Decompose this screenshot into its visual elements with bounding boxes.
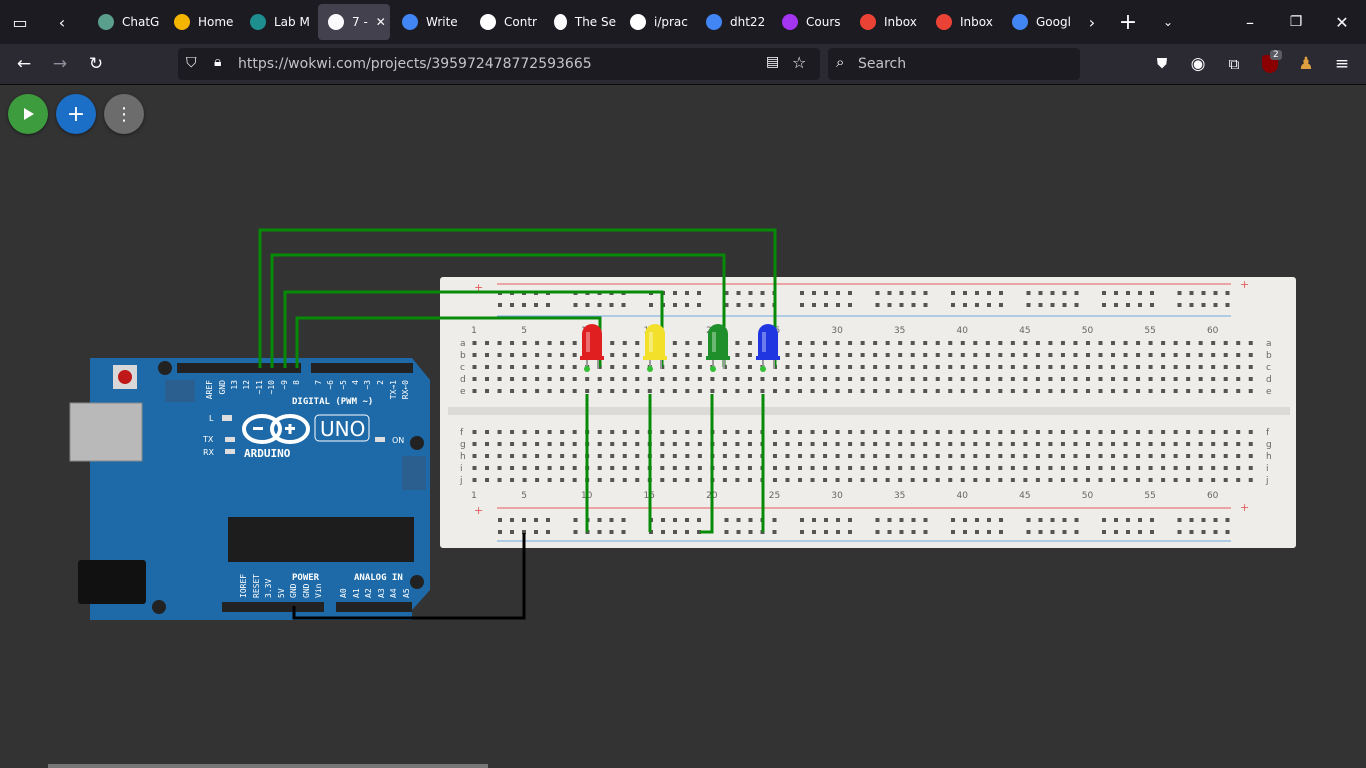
classroom-icon <box>250 14 266 30</box>
forward-icon[interactable]: → <box>46 50 74 78</box>
reader-view-icon[interactable]: ▤ <box>766 54 779 70</box>
tab-title: The Se <box>574 15 616 29</box>
tab-3[interactable]: 7 - ✕ <box>318 4 390 40</box>
tab-title: Cours <box>806 15 841 29</box>
extensions-icon[interactable]: ⧉ <box>1220 50 1248 78</box>
tab-10[interactable]: Inbox <box>850 4 922 40</box>
reload-icon[interactable]: ↻ <box>82 50 110 78</box>
google-icon <box>706 14 722 30</box>
lock-icon[interactable]: 🔒︎ <box>214 54 221 70</box>
horizontal-scrollbar[interactable] <box>48 764 488 768</box>
start-simulation-button[interactable] <box>8 94 48 134</box>
tab-title: Contr <box>504 15 537 29</box>
bookmark-star-icon[interactable]: ☆ <box>792 53 806 72</box>
account-icon[interactable]: ◉ <box>1184 50 1212 78</box>
tab-title: Lab M <box>274 15 310 29</box>
menu-icon[interactable]: ≡ <box>1328 50 1356 78</box>
extension-icon[interactable]: ♟ <box>1292 50 1320 78</box>
tab-bar: ▭ ‹ ChatG Home Lab M 7 - ✕ Write Contr The Se i/… <box>0 0 1366 44</box>
tab-title: Write <box>426 15 458 29</box>
tab-title: Inbox <box>960 15 993 29</box>
tab-title: i/prac <box>654 15 688 29</box>
scroll-tabs-right-icon[interactable]: › <box>1078 8 1106 36</box>
tab-list-icon[interactable]: ▭ <box>6 8 34 36</box>
wokwi-icon <box>554 14 567 30</box>
play-icon <box>24 108 34 120</box>
tab-0[interactable]: ChatG <box>88 4 160 40</box>
back-icon[interactable]: ← <box>10 50 38 78</box>
chatgpt-icon <box>98 14 114 30</box>
new-tab-icon[interactable]: + <box>1114 8 1142 36</box>
shield-icon[interactable]: ⛉ <box>186 55 197 71</box>
extension-badge: 2 <box>1270 50 1282 60</box>
tab-1[interactable]: Home <box>164 4 236 40</box>
ublock-icon[interactable]: 2 <box>1256 50 1284 78</box>
tab-title: 7 - <box>352 15 368 29</box>
tab-12[interactable]: Googl <box>1002 4 1074 40</box>
more-vertical-icon: ⋮ <box>115 103 133 125</box>
classroom-icon <box>174 14 190 30</box>
url-text[interactable]: https://wokwi.com/projects/3959724787725… <box>238 56 592 72</box>
pocket-icon[interactable]: ⛊ <box>1148 50 1176 78</box>
tab-8[interactable]: dht22 <box>696 4 768 40</box>
simulator-canvas[interactable] <box>0 85 1366 768</box>
scroll-tabs-left-icon[interactable]: ‹ <box>48 8 76 36</box>
tab-5[interactable]: Contr <box>470 4 540 40</box>
restore-icon[interactable]: ❐ <box>1282 8 1310 36</box>
tab-title: Googl <box>1036 15 1071 29</box>
google-icon <box>1012 14 1028 30</box>
close-window-icon[interactable]: ✕ <box>1328 8 1356 36</box>
tab-9[interactable]: Cours <box>772 4 844 40</box>
github-icon <box>630 14 646 30</box>
add-part-button[interactable]: + <box>56 94 96 134</box>
tab-title: ChatG <box>122 15 160 29</box>
navigation-bar: ← → ↻ ⛉ 🔒︎ https://wokwi.com/projects/39… <box>0 44 1366 85</box>
more-options-button[interactable]: ⋮ <box>104 94 144 134</box>
gmail-icon <box>860 14 876 30</box>
search-icon: ⌕ <box>836 53 845 71</box>
tab-title: dht22 <box>730 15 766 29</box>
udemy-icon <box>782 14 798 30</box>
close-tab-icon[interactable]: ✕ <box>376 15 386 29</box>
gmail-icon <box>936 14 952 30</box>
tab-7[interactable]: i/prac <box>620 4 692 40</box>
list-all-tabs-icon[interactable]: ⌄ <box>1154 8 1182 36</box>
tab-4[interactable]: Write <box>392 4 464 40</box>
url-bar[interactable]: ⛉ 🔒︎ https://wokwi.com/projects/39597247… <box>178 48 820 80</box>
google-icon <box>402 14 418 30</box>
minimize-icon[interactable]: – <box>1236 8 1264 36</box>
search-bar[interactable]: ⌕ Search <box>828 48 1080 80</box>
tab-title: Home <box>198 15 234 29</box>
tab-6[interactable]: The Se <box>544 4 616 40</box>
plus-icon: + <box>66 101 86 127</box>
medium-icon <box>480 14 496 30</box>
wokwi-icon <box>328 14 344 30</box>
tab-11[interactable]: Inbox <box>926 4 998 40</box>
tab-title: Inbox <box>884 15 917 29</box>
tab-2[interactable]: Lab M <box>240 4 312 40</box>
search-placeholder[interactable]: Search <box>858 56 906 72</box>
